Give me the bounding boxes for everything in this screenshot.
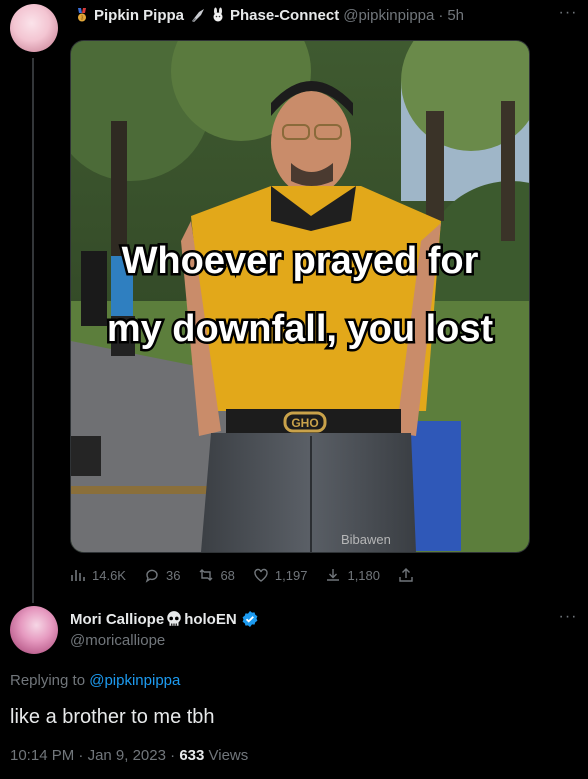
meta-separator: ·: [170, 747, 176, 764]
image-caption-line1: Whoever prayed for: [122, 240, 479, 282]
views-count: 633: [179, 747, 205, 764]
views-label: Views: [208, 747, 249, 764]
bookmark-count: 1,180: [347, 567, 381, 583]
like-count: 1,197: [274, 567, 308, 583]
belt-buckle: GHO: [291, 416, 318, 430]
meta-separator: ·: [78, 747, 84, 764]
knife-icon: [190, 7, 206, 23]
retweet-icon: [199, 569, 213, 581]
photo-illustration: GHO Whoever prayed for my downfall, you …: [71, 41, 529, 552]
views-icon: [71, 570, 85, 581]
reply-button[interactable]: 36: [144, 567, 180, 583]
reply-count: 36: [165, 567, 181, 583]
verified-badge-icon: [241, 610, 259, 628]
reply-time[interactable]: 10:14 PM: [10, 747, 74, 764]
author-handle[interactable]: @pipkinpippa: [343, 7, 434, 24]
tweet-more-button[interactable]: ···: [556, 4, 580, 24]
replying-to-link[interactable]: @pipkinpippa: [89, 672, 180, 689]
reply-meta: 10:14 PM · Jan 9, 2023 · 633 Views: [10, 747, 248, 764]
reply-header: Mori Calliope holoEN: [70, 610, 259, 628]
tweet-header: 3 Pipkin Pippa Phase-Connect @pipkinpipp…: [70, 6, 464, 24]
image-caption-line2: my downfall, you lost: [107, 308, 494, 350]
like-button[interactable]: 1,197: [253, 567, 308, 583]
header-separator: ·: [438, 6, 444, 24]
retweet-count: 68: [220, 567, 235, 583]
tweet-image[interactable]: GHO Whoever prayed for my downfall, you …: [70, 40, 530, 553]
affiliation-name[interactable]: Phase-Connect: [230, 7, 339, 24]
tweet-actions: 14.6K 36 68 1,197 1,180: [70, 565, 510, 585]
reply-text: like a brother to me tbh: [10, 706, 215, 728]
reply-author-name-suffix[interactable]: holoEN: [184, 611, 237, 628]
views-count: 14.6K: [92, 567, 126, 583]
reply-icon: [145, 569, 158, 583]
medal-icon: 3: [74, 7, 90, 23]
bookmark-button[interactable]: 1,180: [325, 567, 380, 583]
share-icon: [399, 568, 413, 582]
replying-to-prefix: Replying to: [10, 672, 90, 689]
reply-date[interactable]: Jan 9, 2023: [88, 747, 166, 764]
more-icon: ···: [558, 608, 578, 625]
svg-text:3: 3: [81, 16, 84, 22]
more-icon: ···: [558, 4, 578, 21]
image-watermark: Bibawen: [341, 532, 391, 547]
reply-more-button[interactable]: ···: [556, 608, 580, 628]
reply-author-avatar[interactable]: [10, 606, 58, 654]
skull-icon: [165, 610, 183, 628]
retweet-button[interactable]: 68: [198, 567, 235, 583]
author-avatar[interactable]: [10, 4, 58, 52]
share-button[interactable]: [398, 567, 414, 583]
author-name[interactable]: Pipkin Pippa: [94, 7, 184, 24]
replying-to-line: Replying to @pipkinpippa: [10, 672, 180, 689]
rabbit-icon: [210, 7, 226, 23]
reply-author-handle[interactable]: @moricalliope: [70, 632, 165, 649]
reply-author-name[interactable]: Mori Calliope: [70, 611, 164, 628]
tweet-time[interactable]: 5h: [447, 7, 464, 24]
thread-line: [32, 58, 34, 603]
views-button[interactable]: 14.6K: [70, 567, 126, 583]
heart-icon: [254, 568, 268, 582]
download-icon: [327, 569, 340, 581]
